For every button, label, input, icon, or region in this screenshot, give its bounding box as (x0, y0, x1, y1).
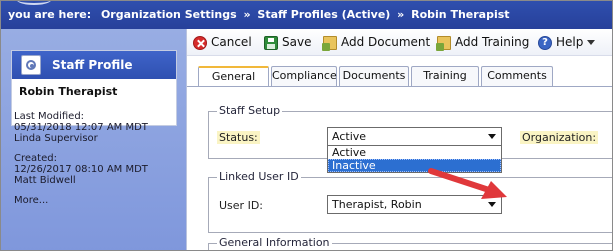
last-modified-by: Linda Supervisor (14, 133, 98, 144)
tab-comments[interactable]: Comments (481, 66, 553, 86)
add-document-button[interactable]: Add Document (322, 33, 431, 52)
chevron-down-icon (587, 40, 596, 45)
app-window: you are here: Organization Settings » St… (0, 0, 613, 251)
logo-sliver (17, 1, 51, 5)
help-menu-button[interactable]: ? Help (538, 33, 596, 52)
created-label: Created: (14, 153, 57, 164)
status-select-value: Active (332, 130, 367, 143)
sidebar: Staff Profile Robin Therapist Last Modif… (1, 29, 186, 250)
add-document-label: Add Document (341, 35, 431, 49)
last-modified-date: 05/31/2018 12:07 AM MDT (14, 122, 148, 133)
breadcrumb-organization-settings[interactable]: Organization Settings (101, 8, 237, 21)
staff-setup-legend: Staff Setup (217, 104, 283, 117)
created-date: 12/26/2017 08:10 AM MDT (14, 164, 148, 175)
general-information-legend: General Information (217, 236, 332, 249)
last-modified-label: Last Modified: (14, 111, 85, 122)
status-option-active[interactable]: Active (328, 146, 501, 159)
tab-general[interactable]: General (198, 66, 269, 87)
main-panel: Cancel Save Add Document Add Training ? … (186, 29, 612, 250)
add-document-icon (322, 36, 337, 51)
tab-compliance[interactable]: Compliance (271, 66, 337, 86)
add-training-button[interactable]: Add Training (436, 33, 529, 52)
save-icon (264, 36, 278, 50)
created-by: Matt Bidwell (14, 175, 76, 186)
add-training-icon (436, 36, 451, 51)
chevron-down-icon (488, 134, 496, 139)
tab-documents[interactable]: Documents (339, 66, 409, 86)
organization-label: Organization: (520, 131, 599, 144)
general-information-section: General Information (208, 236, 612, 250)
toolbar: Cancel Save Add Document Add Training ? … (187, 29, 612, 56)
save-button[interactable]: Save (264, 33, 311, 52)
breadcrumb-separator: » (397, 8, 405, 21)
user-id-select-value: Therapist, Robin (332, 198, 422, 211)
breadcrumb-staff-profiles[interactable]: Staff Profiles (Active) (257, 8, 390, 21)
breadcrumb-current: Robin Therapist (411, 8, 510, 21)
staff-profile-title: Staff Profile (52, 58, 133, 72)
status-label: Status: (217, 131, 260, 144)
staff-profile-header: Staff Profile (12, 51, 176, 79)
tab-divider (187, 86, 612, 87)
status-select[interactable]: Active (327, 127, 502, 146)
cancel-icon (193, 36, 207, 50)
breadcrumb: you are here: Organization Settings » St… (1, 1, 612, 29)
cancel-button[interactable]: Cancel (193, 33, 252, 52)
breadcrumb-separator: » (243, 8, 251, 21)
user-id-label: User ID: (219, 199, 263, 212)
annotation-arrow-icon (428, 168, 507, 199)
staff-name: Robin Therapist (19, 85, 118, 98)
tab-training[interactable]: Training (411, 66, 479, 86)
staff-profile-icon (21, 55, 41, 75)
breadcrumb-prefix: you are here: (8, 8, 92, 21)
record-metadata: Last Modified: 05/31/2018 12:07 AM MDT L… (14, 111, 179, 206)
help-icon: ? (538, 36, 552, 50)
more-link[interactable]: More... (14, 195, 179, 206)
tab-bar: General Compliance Documents Training Co… (187, 66, 612, 87)
linked-user-legend: Linked User ID (217, 170, 301, 183)
